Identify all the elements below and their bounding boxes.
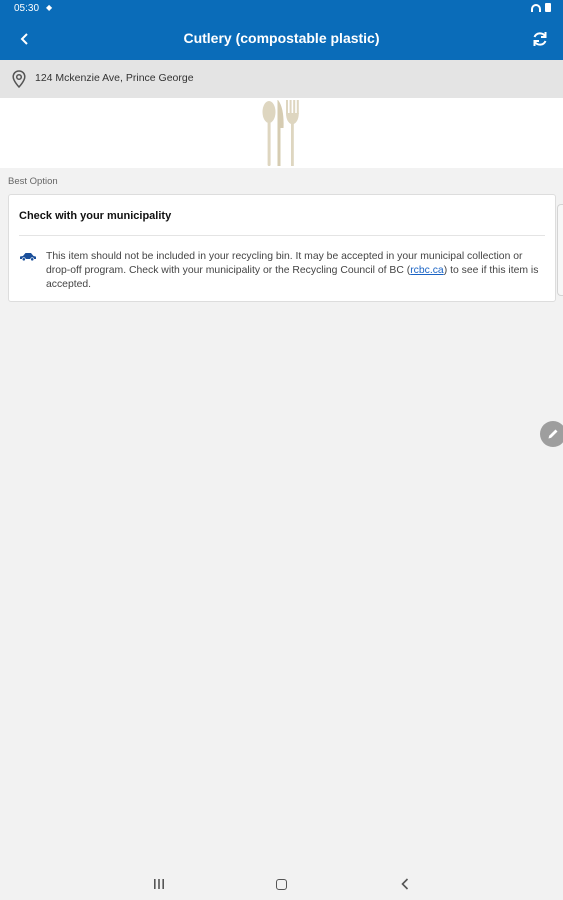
car-icon [20,253,36,261]
item-hero [0,98,563,168]
cutlery-image [262,100,299,166]
status-bar: 05:30 ◆ [0,0,563,18]
battery-icon [545,3,551,12]
notification-icon: ◆ [46,3,53,12]
app-bar: Cutlery (compostable plastic) [0,18,563,60]
recents-icon[interactable] [153,878,165,890]
refresh-icon [533,32,547,46]
nav-back-icon[interactable] [400,877,410,891]
refresh-button[interactable] [527,26,553,52]
best-option-card[interactable]: Check with your municipality This item s… [8,194,556,302]
location-pin-icon [12,70,26,88]
option-description: This item should not be included in your… [46,250,546,292]
option-title: Check with your municipality [19,210,172,222]
divider [19,235,545,236]
system-nav-bar [0,869,563,900]
wifi-icon [531,3,541,12]
edit-button[interactable] [540,421,563,447]
status-icons [531,3,551,12]
pencil-icon [548,429,558,439]
side-panel-tab[interactable] [557,204,563,296]
page-title: Cutlery (compostable plastic) [183,30,380,46]
location-address: 124 Mckenzie Ave, Prince George [35,72,194,84]
location-bar[interactable]: 124 Mckenzie Ave, Prince George [0,60,563,98]
rcbc-link[interactable]: rcbc.ca [410,265,444,276]
status-time: 05:30 [14,3,40,14]
section-label-best-option: Best Option [8,176,58,187]
home-icon[interactable] [276,879,287,890]
